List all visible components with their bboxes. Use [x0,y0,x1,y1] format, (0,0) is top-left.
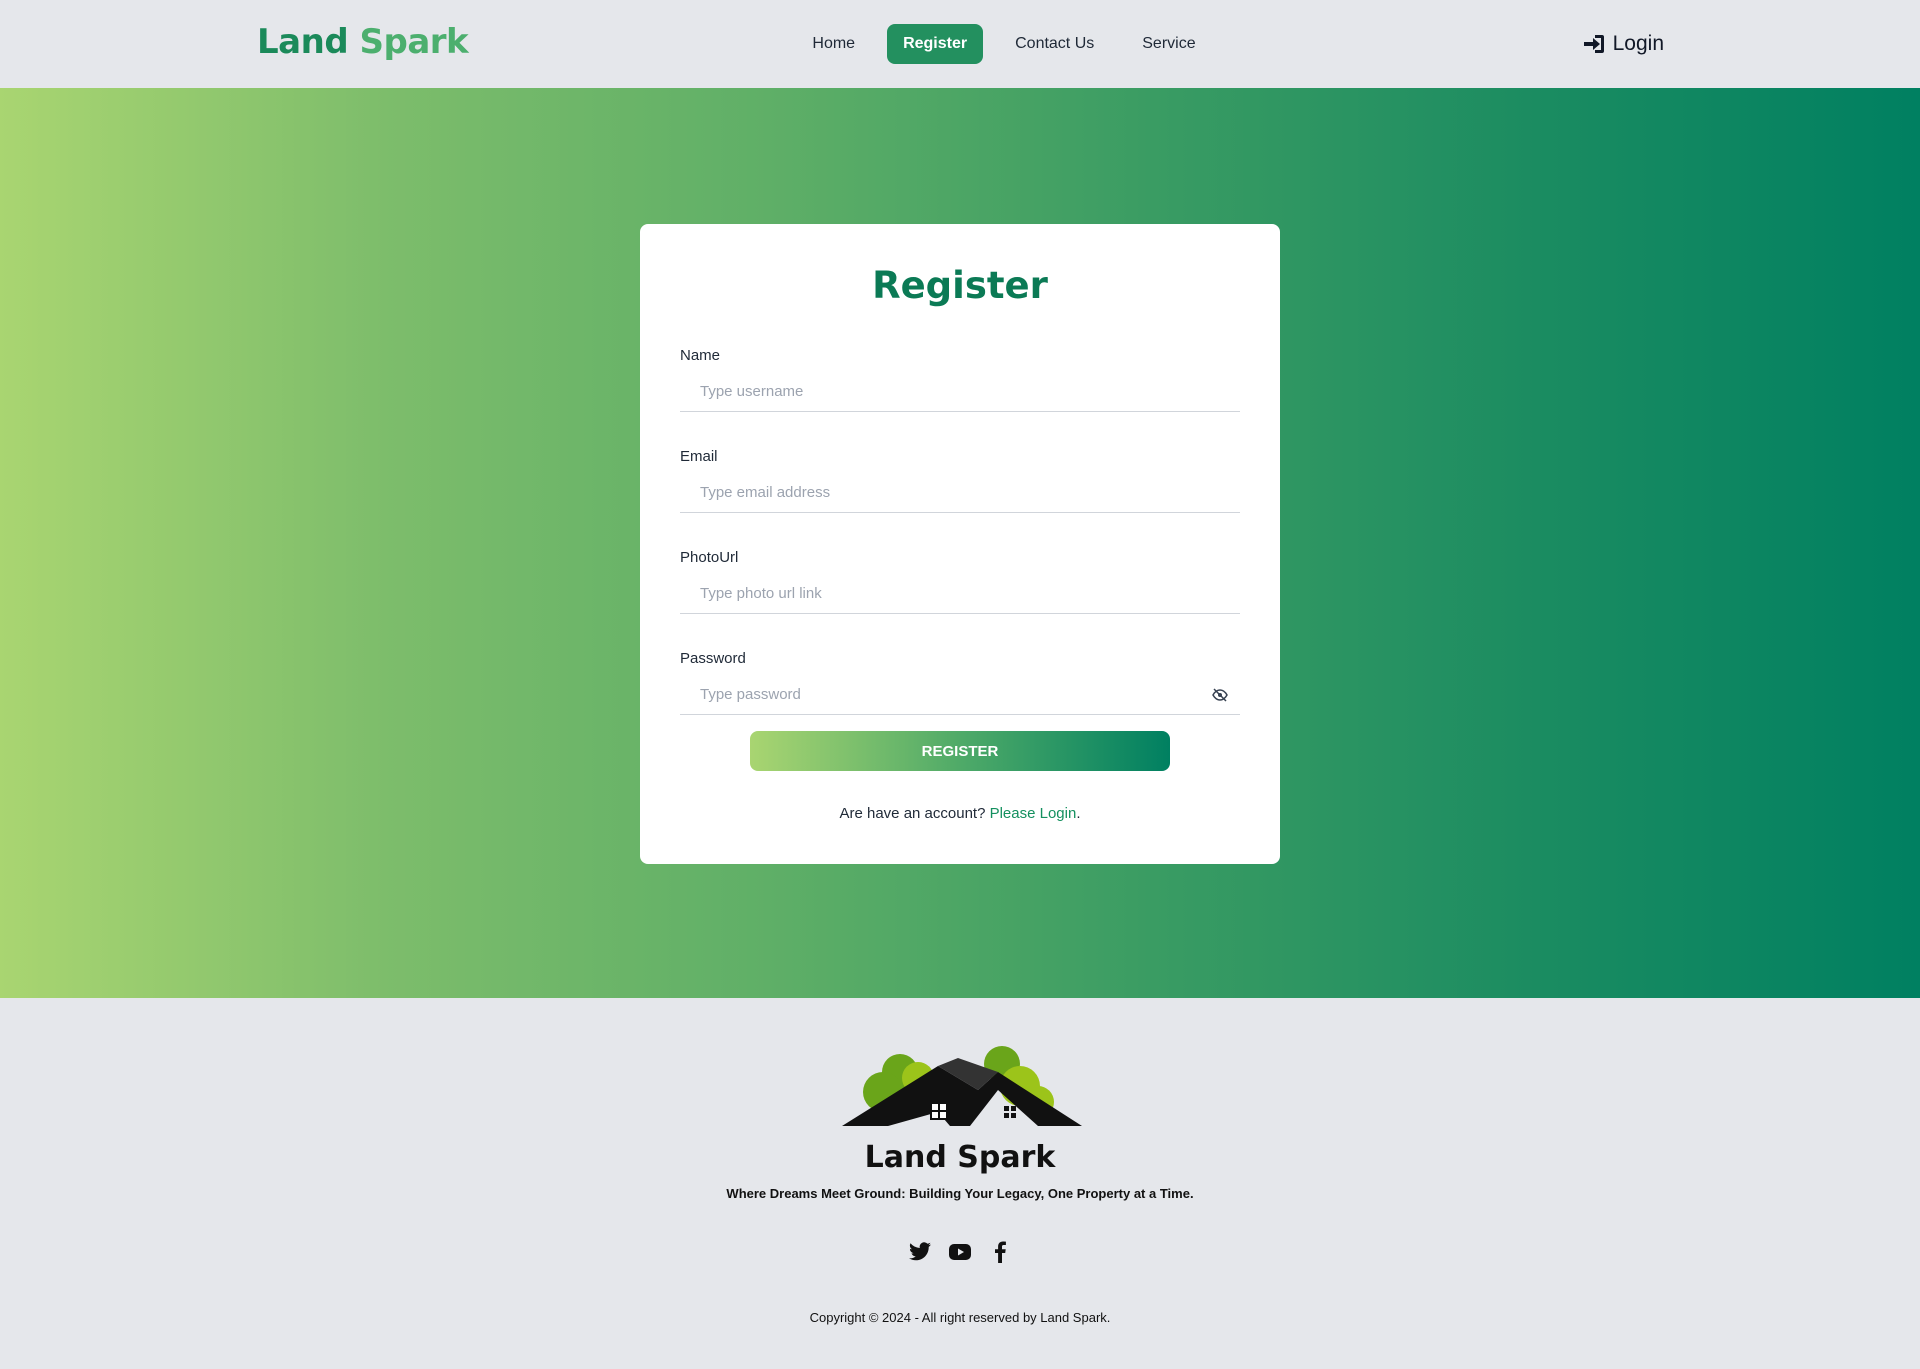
password-field-group: Password [680,650,1240,715]
login-prompt-suffix: . [1076,805,1081,822]
nav-register[interactable]: Register [887,24,984,64]
register-title: Register [872,264,1048,307]
login-prompt: Are have an account? Please Login. [680,805,1240,822]
hero-section: Register Name Email PhotoUrl Password RE… [0,88,1920,998]
password-label: Password [680,650,746,667]
name-field-group: Name [680,347,1240,412]
name-input[interactable] [680,372,1240,412]
copyright-text: Copyright © 2024 - All right reserved by… [809,1310,1111,1325]
eye-slash-icon[interactable] [1212,688,1228,702]
photourl-input[interactable] [680,574,1240,614]
nav-home[interactable]: Home [796,24,871,64]
photourl-label: PhotoUrl [680,549,739,566]
nav-service[interactable]: Service [1126,24,1211,64]
login-button[interactable]: Login [1583,32,1664,56]
register-submit-button[interactable]: REGISTER [750,731,1170,771]
twitter-icon[interactable] [908,1240,932,1264]
navbar: Land Spark Home Register Contact Us Serv… [0,0,1920,88]
facebook-icon[interactable] [988,1240,1012,1264]
social-links [0,1240,1920,1264]
email-input[interactable] [680,473,1240,513]
login-icon [1583,35,1604,53]
youtube-icon[interactable] [948,1240,972,1264]
email-field-group: Email [680,448,1240,513]
house-logo-icon [842,1046,1082,1126]
footer: Land Spark Where Dreams Meet Ground: Bui… [0,998,1920,1369]
password-input[interactable] [680,675,1240,715]
email-label: Email [680,448,718,465]
login-label: Login [1612,32,1664,55]
register-card: Register Name Email PhotoUrl Password RE… [640,224,1280,864]
name-label: Name [680,347,721,364]
nav-contact-us[interactable]: Contact Us [999,24,1110,64]
photourl-field-group: PhotoUrl [680,549,1240,614]
footer-title: Land Spark [864,1140,1056,1175]
login-prompt-text: Are have an account? [839,805,986,822]
please-login-link[interactable]: Please Login [990,805,1077,822]
footer-tagline: Where Dreams Meet Ground: Building Your … [726,1186,1194,1201]
